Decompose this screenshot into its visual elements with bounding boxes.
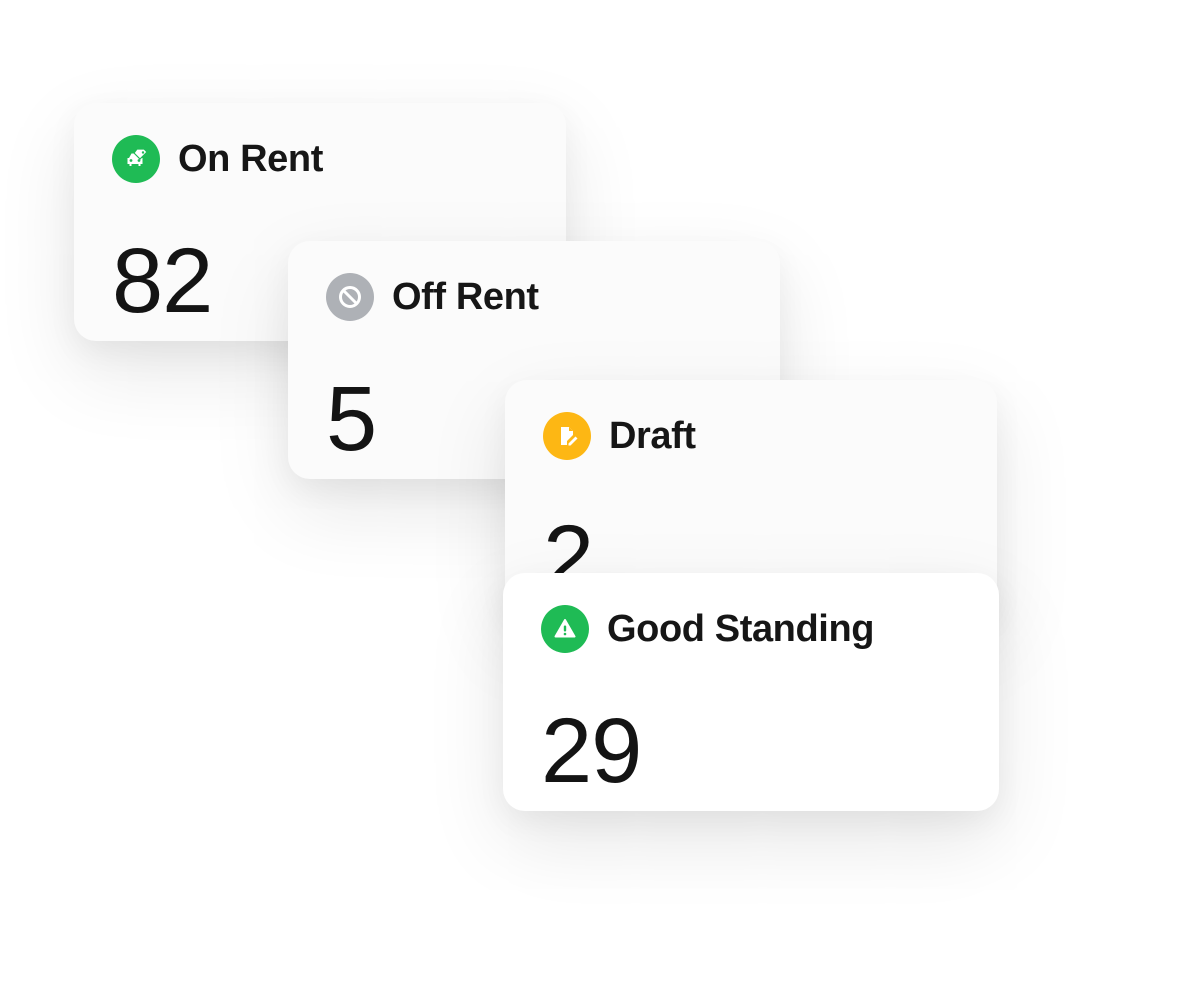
card-label: On Rent [178,137,323,180]
card-header: Draft [543,412,696,460]
warning-triangle-icon [541,605,589,653]
document-edit-icon [543,412,591,460]
good-standing-card[interactable]: Good Standing 29 [503,573,999,811]
card-header: Good Standing [541,605,874,653]
card-label: Draft [609,414,696,457]
card-header: Off Rent [326,273,539,321]
card-count: 29 [541,700,642,802]
prohibited-icon [326,273,374,321]
card-label: Good Standing [607,607,875,650]
status-cards-stage: On Rent 82 Off Rent 5 Draft 2 Good Stand… [0,0,1200,998]
card-count: 5 [326,368,377,470]
card-count: 82 [112,230,213,332]
car-tag-icon [112,135,160,183]
card-header: On Rent [112,135,323,183]
card-label: Off Rent [392,275,539,318]
